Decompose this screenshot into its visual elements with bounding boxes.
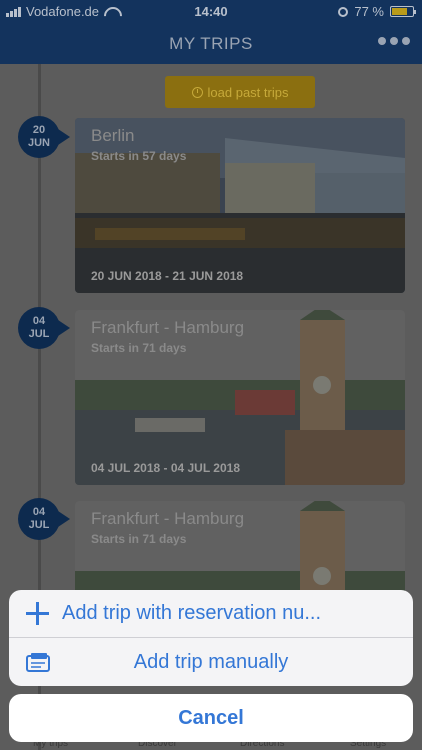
top-bar: Vodafone.de 14:40 77 % MY TRIPS: [0, 0, 422, 64]
battery-icon: [390, 6, 416, 17]
trip-starts: Starts in 71 days: [91, 341, 187, 355]
status-right: 77 %: [338, 4, 416, 19]
trip-date-badge: 04 JUL: [18, 307, 70, 349]
trip-starts: Starts in 57 days: [91, 149, 187, 163]
battery-percent: 77 %: [354, 4, 384, 19]
trip-dates: 04 JUL 2018 - 04 JUL 2018: [91, 461, 240, 475]
trip-month: JUL: [28, 519, 50, 531]
trip-city: Frankfurt - Hamburg: [91, 318, 245, 337]
load-past-trips-label: load past trips: [207, 84, 289, 100]
cancel-button[interactable]: Cancel: [9, 694, 413, 742]
add-trip-manually-label: Add trip manually: [133, 651, 289, 673]
history-icon: [191, 86, 203, 98]
trip-city: Berlin: [91, 126, 135, 145]
page-title: MY TRIPS: [169, 34, 253, 53]
trip-starts: Starts in 71 days: [91, 532, 187, 546]
trip-dates: 20 JUN 2018 - 21 JUN 2018: [91, 269, 244, 283]
trip-card[interactable]: Berlin Starts in 57 days 20 JUN 2018 - 2…: [75, 118, 405, 293]
trip-day: 04: [32, 315, 46, 327]
load-past-trips-button[interactable]: load past trips: [165, 76, 315, 108]
trip-card[interactable]: Frankfurt - Hamburg Starts in 71 days 04…: [75, 310, 405, 485]
trip-city: Frankfurt - Hamburg: [91, 509, 245, 528]
trip-date-badge: 04 JUL: [18, 498, 70, 540]
trip-month: JUL: [28, 328, 50, 340]
trip-date-badge: 20 JUN: [18, 116, 70, 158]
status-bar: Vodafone.de 14:40 77 %: [0, 0, 422, 22]
orientation-lock-icon: [338, 6, 349, 17]
more-dots-icon[interactable]: [378, 37, 410, 45]
trip-day: 20: [32, 124, 46, 136]
add-trip-reservation-button[interactable]: Add trip with reservation nu...: [9, 590, 413, 638]
action-sheet: Add trip with reservation nu... Add trip…: [9, 590, 413, 686]
trip-month: JUN: [27, 137, 50, 149]
add-trip-manually-button[interactable]: Add trip manually: [9, 638, 413, 686]
plus-icon: [26, 602, 49, 625]
add-trip-reservation-label: Add trip with reservation nu...: [62, 602, 322, 624]
trip-day: 04: [32, 506, 46, 518]
